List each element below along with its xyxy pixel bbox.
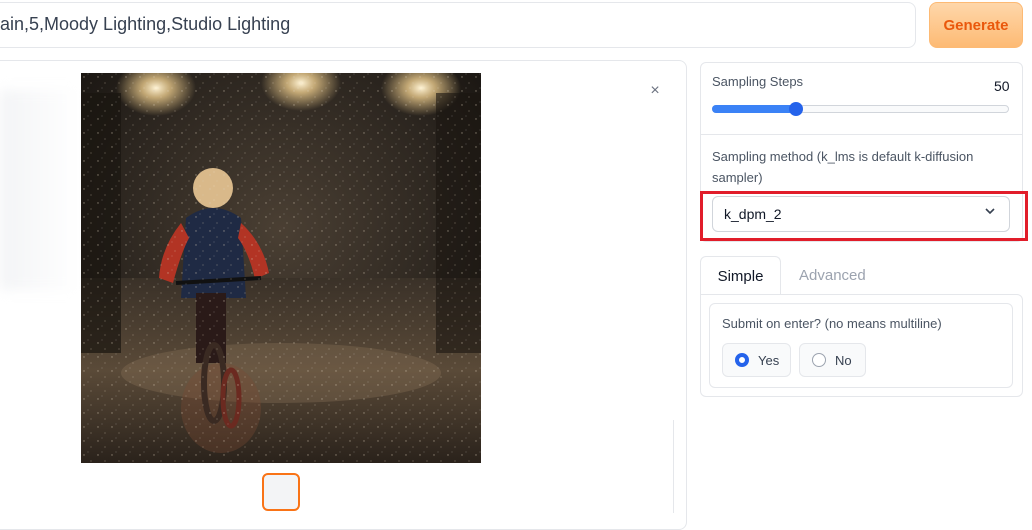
radio-checked-icon bbox=[735, 353, 749, 367]
submit-on-enter-label: Submit on enter? (no means multiline) bbox=[722, 316, 942, 331]
divider bbox=[673, 420, 674, 513]
prompt-text: ain,5,Moody Lighting,Studio Lighting bbox=[0, 14, 291, 34]
highlight-box bbox=[700, 191, 1028, 241]
generate-button[interactable]: Generate bbox=[929, 2, 1023, 48]
sampling-steps-value[interactable]: 50 bbox=[994, 78, 1010, 94]
radio-no[interactable]: No bbox=[799, 343, 866, 377]
generated-image[interactable] bbox=[81, 73, 481, 463]
slider-fill bbox=[712, 105, 796, 113]
radio-no-label: No bbox=[835, 352, 852, 368]
tab-simple[interactable]: Simple bbox=[700, 256, 781, 296]
panel-divider bbox=[700, 134, 1023, 135]
blurred-preview bbox=[0, 90, 80, 290]
close-icon[interactable]: × bbox=[646, 82, 664, 100]
boy-on-bicycle-rain-image bbox=[81, 73, 481, 463]
radio-yes[interactable]: Yes bbox=[722, 343, 791, 377]
slider-handle[interactable] bbox=[788, 102, 803, 116]
sampling-method-label: Sampling method (k_lms is default k-diff… bbox=[712, 149, 974, 185]
radio-unchecked-icon bbox=[812, 353, 826, 367]
tab-advanced[interactable]: Advanced bbox=[799, 267, 866, 284]
gallery-thumbnail[interactable] bbox=[262, 473, 300, 511]
sampling-steps-label: Sampling Steps bbox=[712, 74, 804, 89]
radio-yes-label: Yes bbox=[758, 352, 780, 368]
